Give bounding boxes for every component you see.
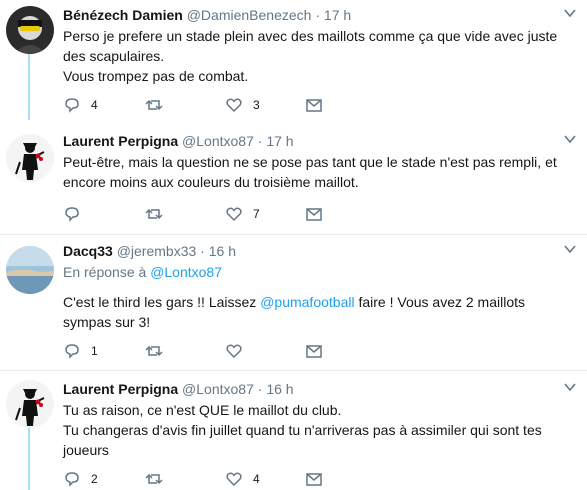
tweet-separator [0,234,587,235]
tweet-header: Laurent Perpigna @Lontxo87 · 17 h [63,132,577,150]
user-name[interactable]: Laurent Perpigna [63,133,178,149]
retweet-icon [145,99,163,111]
tweet-header: Dacq33 @jerembx33 · 16 h [63,242,577,260]
tweet-text: Perso je prefere un stade plein avec des… [63,26,577,86]
like-count: 7 [253,207,260,221]
tweet-separator [0,370,587,371]
timestamp[interactable]: 16 h [266,381,293,397]
heart-icon [226,472,242,487]
retweet-button[interactable] [145,342,173,360]
separator-dot: · [200,243,205,259]
reply-icon [65,472,79,487]
tweet-mention[interactable]: @pumafootball [260,294,354,310]
chevron-down-icon[interactable] [563,6,577,20]
envelope-icon [306,99,322,112]
separator-dot: · [257,133,263,149]
tweet-text-paragraph: C'est le third les gars !! Laissez @puma… [63,292,577,332]
avatar[interactable] [6,134,54,182]
tweet-text-line: Perso je prefere un stade plein avec des… [63,28,558,64]
tweet[interactable]: Laurent Perpigna @Lontxo87 · 16 h Tu as … [0,380,587,490]
tweet[interactable]: Laurent Perpigna @Lontxo87 · 17 h Peut-ê… [0,132,587,224]
reply-icon [65,344,79,359]
user-handle[interactable]: @jerembx33 [117,243,197,259]
timestamp[interactable]: 16 h [209,243,236,259]
tweet-text-part: C'est le third les gars !! Laissez [63,294,261,310]
avatar[interactable] [6,246,54,294]
user-name[interactable]: Dacq33 [63,243,113,259]
separator-dot: · [315,7,321,23]
reply-context-mention[interactable]: @Lontxo87 [150,264,222,280]
user-handle[interactable]: @Lontxo87 [182,133,254,149]
chevron-down-icon[interactable] [563,132,577,146]
like-button[interactable] [225,342,253,360]
reply-count: 4 [91,98,98,112]
reply-count: 1 [91,344,98,358]
retweet-button[interactable] [145,205,173,223]
tweet[interactable]: Dacq33 @jerembx33 · 16 h En réponse à @L… [0,242,587,362]
message-button[interactable] [305,205,323,223]
tweet[interactable]: Bénézech Damien @DamienBenezech · 17 h P… [0,6,587,118]
heart-icon [226,98,242,113]
timestamp[interactable]: 17 h [266,133,293,149]
retweet-icon [145,345,163,357]
like-button[interactable]: 7 [225,205,260,223]
user-name[interactable]: Bénézech Damien [63,7,183,23]
chevron-down-icon[interactable] [563,380,577,394]
reply-icon [65,98,79,113]
envelope-icon [306,345,322,358]
tweet-text-line: Tu changeras d'avis fin juillet quand tu… [63,422,542,458]
heart-icon [226,207,242,222]
tweet-header: Bénézech Damien @DamienBenezech · 17 h [63,6,577,24]
reply-context-label: En réponse à [63,264,147,280]
tweet-text: C'est le third les gars !! Laissez @puma… [63,292,577,332]
retweet-button[interactable] [145,96,173,114]
envelope-icon [306,473,322,486]
reply-button[interactable]: 2 [63,470,98,488]
user-handle[interactable]: @Lontxo87 [182,381,254,397]
like-count: 4 [253,472,260,486]
separator-dot: · [257,381,263,397]
heart-icon [226,344,242,359]
retweet-button[interactable] [145,470,173,488]
avatar[interactable] [6,380,54,428]
retweet-icon [145,208,163,220]
like-button[interactable]: 3 [225,96,260,114]
retweet-icon [145,473,163,485]
chevron-down-icon[interactable] [563,242,577,256]
envelope-icon [306,208,322,221]
user-name[interactable]: Laurent Perpigna [63,381,178,397]
tweet-text-line: Vous trompez pas de combat. [63,68,249,84]
like-button[interactable]: 4 [225,470,260,488]
message-button[interactable] [305,470,323,488]
tweet-header: Laurent Perpigna @Lontxo87 · 16 h [63,380,577,398]
message-button[interactable] [305,342,323,360]
reply-count: 2 [91,472,98,486]
tweet-text: Tu as raison, ce n'est QUE le maillot du… [63,400,577,460]
tweet-text: Peut-être, mais la question ne se pose p… [63,152,577,192]
reply-button[interactable]: 1 [63,342,98,360]
like-count: 3 [253,98,260,112]
reply-button[interactable]: 4 [63,96,98,114]
reply-icon [65,207,79,222]
reply-context: En réponse à @Lontxo87 [63,262,577,282]
tweet-text-line: Tu as raison, ce n'est QUE le maillot du… [63,402,342,418]
timestamp[interactable]: 17 h [324,7,351,23]
reply-button[interactable] [63,205,91,223]
user-handle[interactable]: @DamienBenezech [187,7,312,23]
tweet-text-line: Peut-être, mais la question ne se pose p… [63,154,557,190]
message-button[interactable] [305,96,323,114]
avatar[interactable] [6,6,54,54]
